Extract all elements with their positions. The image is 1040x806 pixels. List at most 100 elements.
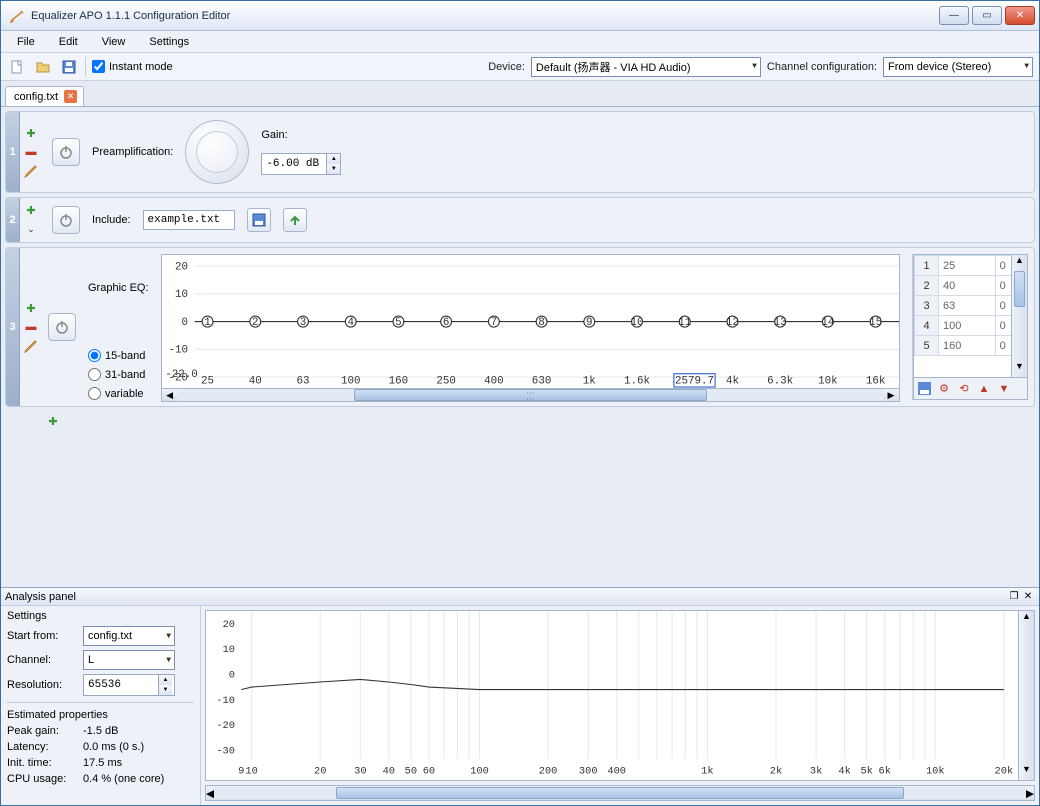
svg-text:2579.7: 2579.7 (675, 376, 714, 388)
power-button[interactable] (52, 206, 80, 234)
svg-text:10: 10 (245, 766, 257, 778)
spin-up-icon[interactable]: ▲ (158, 675, 172, 685)
stage-index[interactable]: 1 (6, 112, 20, 192)
table-row[interactable]: 51600 (915, 336, 1027, 356)
remove-stage-icon[interactable]: ▬ (23, 144, 39, 160)
start-from-label: Start from: (7, 630, 79, 642)
channel-label: Channel: (7, 654, 79, 666)
device-combo[interactable]: Default (扬声器 - VIA HD Audio) (531, 57, 761, 77)
svg-text:0: 0 (181, 317, 188, 329)
open-file-icon[interactable] (33, 57, 53, 77)
expand-icon[interactable]: ⌄ (23, 222, 39, 238)
scroll-thumb[interactable] (1014, 271, 1025, 307)
eq-chart[interactable]: 20100-10-20 123456789101112131415 254063… (161, 254, 900, 389)
svg-text:10k: 10k (926, 766, 945, 778)
svg-text:200: 200 (539, 766, 558, 778)
radio-variable[interactable]: variable (88, 387, 149, 400)
start-from-combo[interactable]: config.txt (83, 626, 175, 646)
analysis-hscroll[interactable]: ◀ ▶ (205, 785, 1035, 801)
svg-text:12: 12 (725, 317, 738, 329)
svg-text:300: 300 (579, 766, 598, 778)
minimize-button[interactable]: — (939, 6, 969, 25)
save-file-icon[interactable] (59, 57, 79, 77)
add-stage-icon[interactable]: ✚ (45, 413, 61, 429)
spin-down-icon[interactable]: ▼ (158, 685, 172, 695)
close-button[interactable]: ✕ (1005, 6, 1035, 25)
tab-config[interactable]: config.txt ✕ (5, 86, 84, 106)
eq-hscroll[interactable]: ◀ ▶ (161, 389, 900, 402)
save-bands-icon[interactable] (916, 381, 932, 397)
spin-down-icon[interactable]: ▼ (326, 164, 340, 174)
radio-15-band[interactable]: 15-band (88, 349, 149, 362)
table-row[interactable]: 3630 (915, 296, 1027, 316)
svg-text:3: 3 (299, 317, 306, 329)
channel-combo[interactable]: L (83, 650, 175, 670)
analysis-chart[interactable]: 20100-10-20-30 9102030405060100200300400… (205, 610, 1035, 781)
add-stage-icon[interactable]: ✚ (23, 125, 39, 141)
preamp-label: Preamplification: (92, 146, 173, 158)
init-time-value: 17.5 ms (83, 757, 122, 769)
scroll-up-icon[interactable]: ▲ (1012, 255, 1027, 271)
close-panel-icon[interactable]: ✕ (1021, 590, 1035, 604)
scroll-right-icon[interactable]: ▶ (1026, 787, 1034, 800)
menu-view[interactable]: View (92, 34, 136, 50)
main-window: Equalizer APO 1.1.1 Configuration Editor… (0, 0, 1040, 806)
scroll-down-icon[interactable]: ▼ (1019, 764, 1034, 780)
menu-edit[interactable]: Edit (49, 34, 88, 50)
band-table[interactable]: 1250240036304100051600 ▲ ▼ (913, 254, 1028, 378)
tab-close-icon[interactable]: ✕ (64, 90, 77, 103)
scroll-left-icon[interactable]: ◀ (206, 787, 214, 800)
undock-icon[interactable]: ❐ (1007, 590, 1021, 604)
scroll-thumb[interactable] (354, 389, 707, 401)
gain-dial[interactable] (185, 120, 249, 184)
table-row[interactable]: 1250 (915, 256, 1027, 276)
scroll-up-icon[interactable]: ▲ (1019, 611, 1034, 627)
toolbar: Instant mode Device: Default (扬声器 - VIA … (1, 53, 1039, 81)
stage-index[interactable]: 3 (6, 248, 20, 406)
menu-settings[interactable]: Settings (139, 34, 199, 50)
power-button[interactable] (52, 138, 80, 166)
estimated-header: Estimated properties (7, 709, 194, 721)
table-row[interactable]: 2400 (915, 276, 1027, 296)
remove-stage-icon[interactable]: ▬ (23, 319, 39, 335)
analysis-title: Analysis panel (5, 591, 1007, 603)
scroll-left-icon[interactable]: ◀ (162, 390, 178, 401)
svg-text:100: 100 (340, 376, 360, 388)
scroll-right-icon[interactable]: ▶ (883, 390, 899, 401)
menu-file[interactable]: File (7, 34, 45, 50)
load-bands-icon[interactable]: ⚙ (936, 381, 952, 397)
channel-config-combo[interactable]: From device (Stereo) (883, 57, 1033, 77)
svg-text:4k: 4k (838, 766, 850, 778)
svg-text:-22.0: -22.0 (165, 369, 198, 381)
svg-text:20k: 20k (995, 766, 1014, 778)
include-file-input[interactable] (143, 210, 235, 230)
power-button[interactable] (48, 313, 76, 341)
analysis-vscroll[interactable]: ▲ ▼ (1018, 611, 1034, 780)
spin-up-icon[interactable]: ▲ (326, 154, 340, 164)
table-row[interactable]: 41000 (915, 316, 1027, 336)
gain-input[interactable]: ▲▼ (261, 153, 341, 175)
open-include-icon[interactable] (283, 208, 307, 232)
browse-file-icon[interactable] (247, 208, 271, 232)
shift-up-icon[interactable]: ▲ (976, 381, 992, 397)
scroll-thumb[interactable] (336, 787, 904, 799)
radio-31-band[interactable]: 31-band (88, 368, 149, 381)
scroll-down-icon[interactable]: ▼ (1012, 361, 1027, 377)
instant-mode-checkbox[interactable]: Instant mode (92, 60, 173, 73)
maximize-button[interactable]: ▭ (972, 6, 1002, 25)
instant-mode-label: Instant mode (109, 61, 173, 73)
svg-text:8: 8 (538, 317, 545, 329)
invert-bands-icon[interactable]: ⟲ (956, 381, 972, 397)
band-vscroll[interactable]: ▲ ▼ (1011, 255, 1027, 377)
add-stage-icon[interactable]: ✚ (23, 300, 39, 316)
edit-stage-icon[interactable] (23, 338, 39, 354)
analysis-panel: Analysis panel ❐ ✕ Settings Start from: … (1, 587, 1039, 805)
resolution-input[interactable]: ▲▼ (83, 674, 175, 696)
svg-text:3k: 3k (810, 766, 822, 778)
new-file-icon[interactable] (7, 57, 27, 77)
edit-stage-icon[interactable] (23, 163, 39, 179)
svg-text:30: 30 (354, 766, 366, 778)
shift-down-icon[interactable]: ▼ (996, 381, 1012, 397)
add-stage-icon[interactable]: ✚ (23, 203, 39, 219)
stage-index[interactable]: 2 (6, 198, 20, 242)
